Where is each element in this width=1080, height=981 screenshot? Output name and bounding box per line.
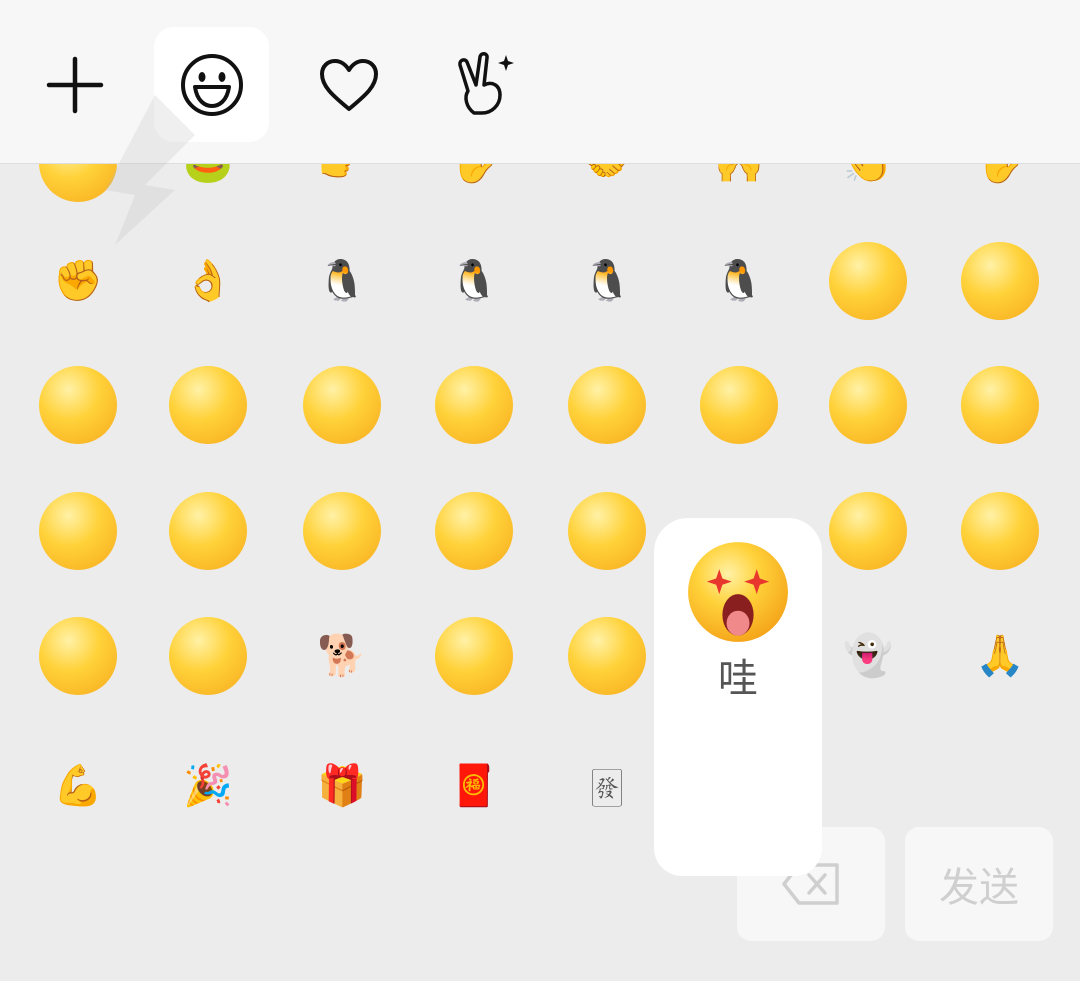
emoji-glyph: 👌 <box>183 258 233 304</box>
doge-icon[interactable]: 🐕 <box>297 611 387 701</box>
pensive-face-icon[interactable] <box>562 360 652 450</box>
mahjong-fa-icon[interactable]: 🀅 <box>562 741 652 831</box>
emoji-face-shape <box>700 366 778 444</box>
flushed-face-icon[interactable] <box>297 360 387 450</box>
emoji-glyph: 🤝 <box>582 164 632 183</box>
ghost-icon[interactable]: 👻 <box>823 611 913 701</box>
emoji-glyph: 👏 <box>843 164 893 183</box>
emoji-glyph: 👻 <box>843 633 893 679</box>
hand-icon[interactable]: ✋ <box>429 164 519 208</box>
emoji-glyph: 🧧 <box>449 763 499 809</box>
shocked-face-icon[interactable] <box>955 486 1045 576</box>
emoji-face-shape <box>961 242 1039 320</box>
emoji-glyph: 🐧 <box>449 258 499 304</box>
emoji-face-shape <box>303 492 381 570</box>
sigh-face-icon[interactable] <box>33 611 123 701</box>
emoji-glyph: 🙏 <box>975 633 1025 679</box>
scream-face-icon[interactable] <box>429 360 519 450</box>
party-popper-icon[interactable]: 🎉 <box>163 741 253 831</box>
emoji-preview-popup: 哇 <box>654 518 822 876</box>
emoji-glyph: ✋ <box>449 164 499 183</box>
emoji-glyph: 🐧 <box>582 258 632 304</box>
sly-face-icon[interactable] <box>163 486 253 576</box>
wave-face-icon[interactable] <box>562 611 652 701</box>
ok-hand-icon[interactable]: 👌 <box>163 236 253 326</box>
fist-hand-icon[interactable]: 🙌 <box>694 164 784 208</box>
stickers-tab[interactable] <box>428 27 543 142</box>
fist-icon[interactable]: ✊ <box>33 236 123 326</box>
thumb-hand-icon[interactable]: 👉 <box>297 164 387 208</box>
clap-icon[interactable]: 👏 <box>823 164 913 208</box>
heart-icon <box>319 58 378 111</box>
wow-face-icon <box>688 542 788 642</box>
emoji-glyph: 🐕 <box>317 633 367 679</box>
emoji-face-shape <box>169 617 247 695</box>
emoji-face-shape <box>435 492 513 570</box>
watermark-logo <box>105 95 195 245</box>
emoji-face-shape <box>39 492 117 570</box>
facepalm-look-icon[interactable] <box>823 360 913 450</box>
emoji-face-shape <box>169 492 247 570</box>
qq-penguin-dance-icon[interactable]: 🐧 <box>429 236 519 326</box>
emoji-face-shape <box>568 366 646 444</box>
tears-of-joy-icon[interactable] <box>33 360 123 450</box>
emoji-face-shape <box>303 366 381 444</box>
emoji-face-shape <box>961 366 1039 444</box>
qq-penguin-fire-icon[interactable]: 🐧 <box>562 236 652 326</box>
emoji-glyph: 👉 <box>317 164 367 183</box>
handshake-icon[interactable]: 🤝 <box>562 164 652 208</box>
victory-hand-sparkle-icon <box>457 51 514 115</box>
sweat-face-icon[interactable] <box>823 486 913 576</box>
gift-icon[interactable]: 🎁 <box>297 741 387 831</box>
emoji-glyph: 🀅 <box>591 763 623 809</box>
squint-tongue-icon[interactable] <box>163 360 253 450</box>
flexed-biceps-icon[interactable]: 💪 <box>33 741 123 831</box>
ok-smirk-icon[interactable] <box>429 611 519 701</box>
emoji-glyph: 🐧 <box>714 258 764 304</box>
favorites-tab[interactable] <box>291 27 406 142</box>
emoji-face-shape <box>169 366 247 444</box>
emoji-glyph: ✋ <box>975 164 1025 183</box>
emoji-face-shape <box>568 617 646 695</box>
emoji-face-shape <box>829 492 907 570</box>
watermelon-eat-icon[interactable] <box>562 486 652 576</box>
wow-face-icon[interactable] <box>694 360 784 450</box>
emoji-glyph: 🐧 <box>317 258 367 304</box>
mask-face-icon[interactable] <box>955 236 1045 326</box>
hand-icon[interactable]: ✋ <box>955 164 1045 208</box>
emoji-face-shape <box>39 617 117 695</box>
peace-smile-icon[interactable] <box>429 486 519 576</box>
grin-icon[interactable] <box>823 236 913 326</box>
emoji-face-shape <box>435 366 513 444</box>
smirk-eyes-icon[interactable] <box>33 486 123 576</box>
emoji-glyph: 🎁 <box>317 763 367 809</box>
emoji-glyph: 💪 <box>53 763 103 809</box>
send-button[interactable]: 发送 <box>905 827 1053 941</box>
emoji-face-shape <box>829 366 907 444</box>
plus-icon <box>46 56 103 113</box>
qq-penguin-icon[interactable]: 🐧 <box>297 236 387 326</box>
think-sly-icon[interactable] <box>163 611 253 701</box>
emoji-face-shape <box>39 366 117 444</box>
emoji-glyph: 🙌 <box>714 164 764 183</box>
emoji-face-shape <box>568 492 646 570</box>
emoji-glyph: ✊ <box>53 258 103 304</box>
cover-face-icon[interactable] <box>955 360 1045 450</box>
emoji-glyph: 🎉 <box>183 763 233 809</box>
red-envelope-icon[interactable]: 🧧 <box>429 741 519 831</box>
shy-smile-icon[interactable] <box>297 486 387 576</box>
emoji-face-shape <box>829 242 907 320</box>
preview-label: 哇 <box>718 656 758 702</box>
emoji-face-shape <box>961 492 1039 570</box>
send-label: 发送 <box>939 865 1019 911</box>
pray-hands-icon[interactable]: 🙏 <box>955 611 1045 701</box>
qq-penguin-walk-icon[interactable]: 🐧 <box>694 236 784 326</box>
emoji-face-shape <box>435 617 513 695</box>
